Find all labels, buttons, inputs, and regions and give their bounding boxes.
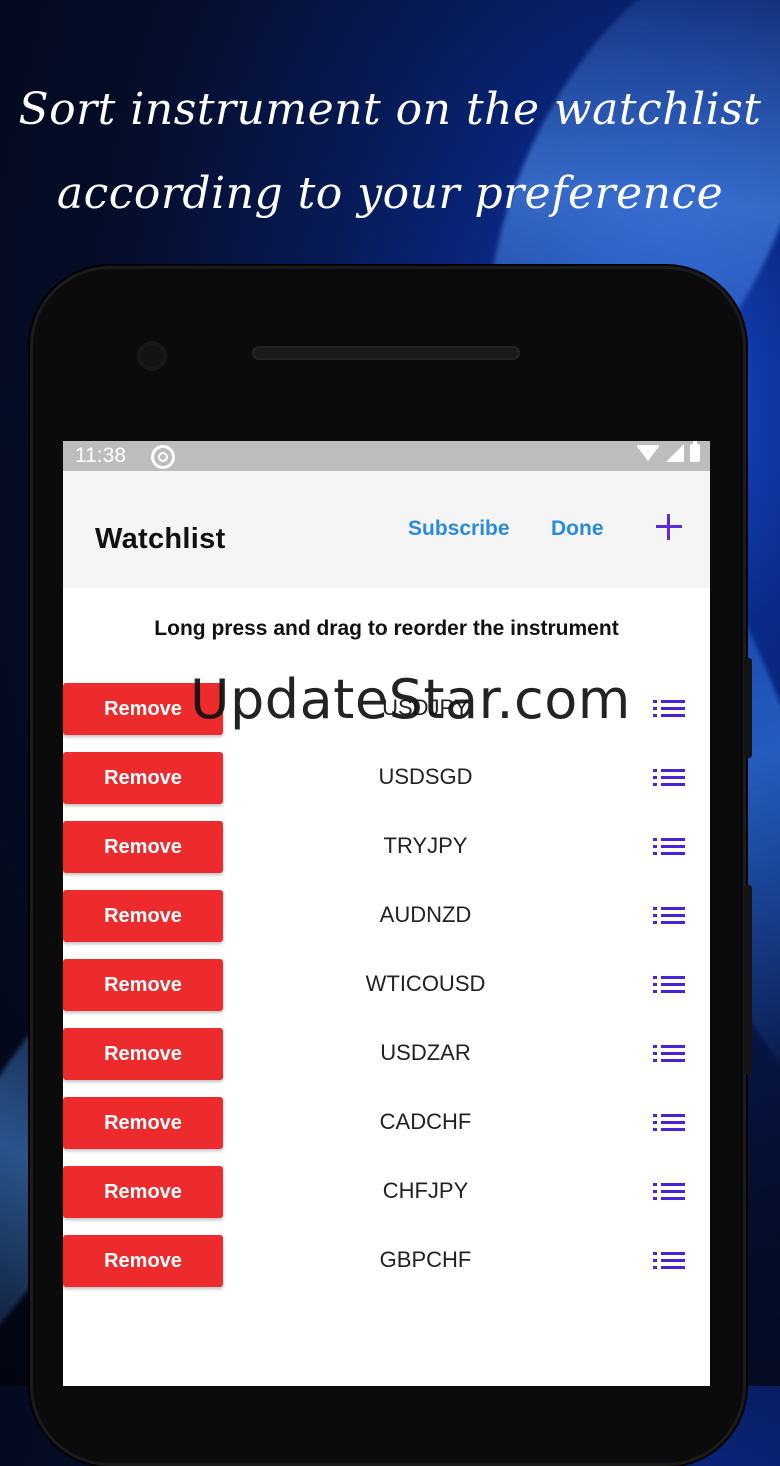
remove-button[interactable]: Remove — [63, 1028, 223, 1080]
sync-icon — [151, 445, 175, 469]
status-bar: 11:38 — [63, 441, 710, 471]
earpiece-speaker — [252, 346, 520, 360]
remove-button[interactable]: Remove — [63, 890, 223, 942]
instrument-symbol: TRYJPY — [383, 833, 468, 858]
app-bar: Watchlist Subscribe Done — [63, 471, 710, 588]
subscribe-button[interactable]: Subscribe — [408, 517, 510, 541]
watchlist-row[interactable]: Remove CHFJPY — [63, 1166, 710, 1218]
status-time: 11:38 — [75, 444, 126, 467]
drag-handle-icon[interactable] — [653, 1252, 685, 1270]
watchlist-row[interactable]: Remove USDSGD — [63, 752, 710, 804]
watchlist-row[interactable]: Remove CADCHF — [63, 1097, 710, 1149]
signal-icon — [666, 444, 684, 462]
instrument-symbol: GBPCHF — [379, 1247, 472, 1272]
instrument-symbol: AUDNZD — [379, 902, 472, 927]
drag-handle-icon[interactable] — [653, 1183, 685, 1201]
drag-handle-icon[interactable] — [653, 1114, 685, 1132]
watchlist-row[interactable]: Remove AUDNZD — [63, 890, 710, 942]
instrument-symbol: CHFJPY — [382, 1178, 469, 1203]
instrument-symbol: CADCHF — [379, 1109, 472, 1134]
promo-headline: Sort instrument on the watchlist accordi… — [0, 68, 780, 236]
volume-button — [744, 885, 752, 1075]
app-screen: 11:38 Watchlist Subscribe Done Long pres… — [63, 441, 710, 1386]
remove-button[interactable]: Remove — [63, 1235, 223, 1287]
instrument-symbol: USDSGD — [378, 764, 473, 789]
wifi-icon — [636, 445, 660, 461]
remove-button[interactable]: Remove — [63, 1166, 223, 1218]
watchlist-row[interactable]: Remove WTICOUSD — [63, 959, 710, 1011]
remove-button[interactable]: Remove — [63, 752, 223, 804]
drag-handle-icon[interactable] — [653, 1045, 685, 1063]
power-button — [744, 658, 752, 758]
battery-icon — [690, 441, 700, 462]
drag-handle-icon[interactable] — [653, 700, 685, 718]
front-camera — [137, 341, 167, 371]
promo-line-1: Sort instrument on the watchlist — [18, 84, 762, 135]
remove-button[interactable]: Remove — [63, 821, 223, 873]
drag-handle-icon[interactable] — [653, 838, 685, 856]
promo-line-2: according to your preference — [56, 168, 724, 219]
remove-button[interactable]: Remove — [63, 1097, 223, 1149]
watermark: UpdateStar.com — [190, 668, 631, 731]
drag-handle-icon[interactable] — [653, 769, 685, 787]
drag-handle-icon[interactable] — [653, 976, 685, 994]
page-title: Watchlist — [95, 523, 226, 555]
watchlist-row[interactable]: Remove USDZAR — [63, 1028, 710, 1080]
watchlist-row[interactable]: Remove GBPCHF — [63, 1235, 710, 1287]
drag-handle-icon[interactable] — [653, 907, 685, 925]
done-button[interactable]: Done — [551, 517, 604, 541]
reorder-hint: Long press and drag to reorder the instr… — [154, 617, 619, 640]
remove-button[interactable]: Remove — [63, 959, 223, 1011]
instrument-symbol: WTICOUSD — [365, 971, 486, 996]
add-instrument-icon[interactable] — [656, 514, 682, 540]
watchlist-row[interactable]: Remove TRYJPY — [63, 821, 710, 873]
instrument-symbol: USDZAR — [380, 1040, 471, 1065]
